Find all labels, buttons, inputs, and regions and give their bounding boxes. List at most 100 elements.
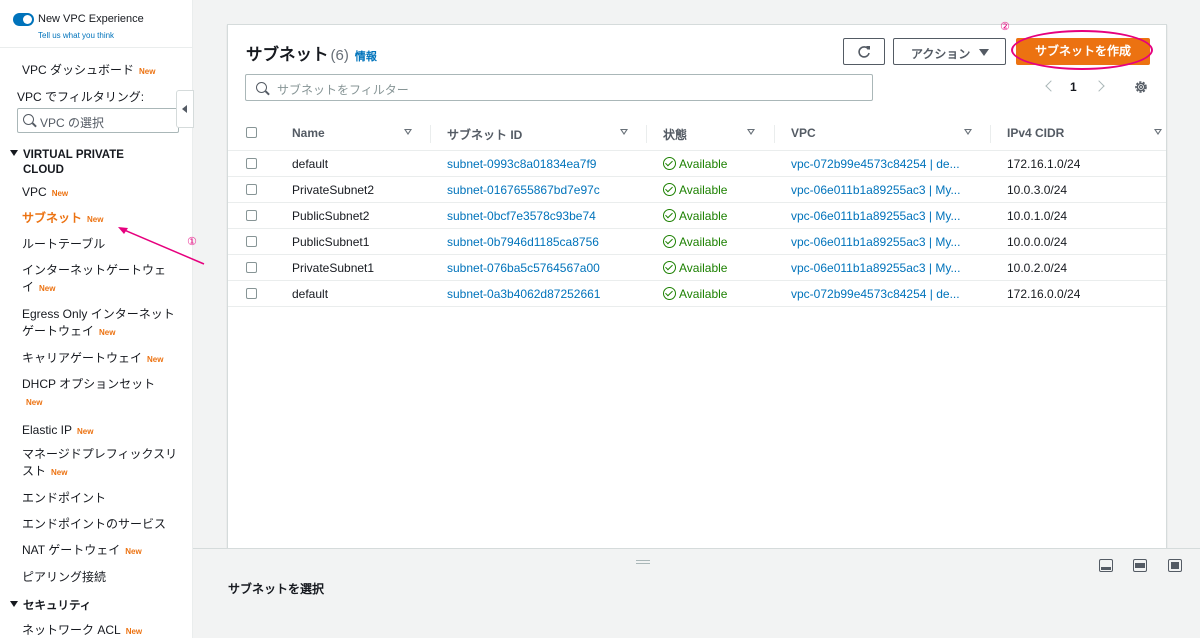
cell-vpc[interactable]: vpc-06e011b1a89255ac3 | My... — [791, 209, 971, 223]
row-checkbox[interactable] — [246, 210, 257, 221]
row-checkbox[interactable] — [246, 288, 257, 299]
table-row[interactable]: PublicSubnet2 subnet-0bcf7e3578c93be74 A… — [228, 203, 1166, 229]
cell-vpc[interactable]: vpc-072b99e4573c84254 | de... — [791, 157, 971, 171]
sidebar-item-endpoints[interactable]: エンドポイント — [22, 490, 182, 507]
gear-icon[interactable] — [1133, 79, 1149, 95]
cell-ipv4-cidr: 172.16.0.0/24 — [1007, 287, 1081, 301]
sort-icon[interactable] — [747, 129, 755, 135]
subnet-filter-input[interactable]: サブネットをフィルター — [245, 74, 873, 101]
select-all-checkbox[interactable] — [246, 127, 257, 138]
cell-subnet-id[interactable]: subnet-0993c8a01834ea7f9 — [447, 157, 596, 171]
search-icon — [256, 82, 267, 93]
vpc-experience-toggle[interactable] — [13, 13, 34, 26]
cell-status: Available — [663, 183, 727, 197]
search-icon — [23, 114, 34, 125]
column-header-status[interactable]: 状態 — [663, 126, 687, 143]
cell-name: PrivateSubnet2 — [292, 183, 375, 197]
info-link[interactable]: 情報 — [355, 51, 377, 63]
page-number[interactable]: 1 — [1070, 80, 1077, 94]
cell-ipv4-cidr: 10.0.0.0/24 — [1007, 235, 1068, 249]
cell-ipv4-cidr: 10.0.2.0/24 — [1007, 261, 1068, 275]
sidebar-item-internet-gateways[interactable]: インターネットゲートウェイ New — [22, 262, 182, 297]
sidebar-item-nat-gateways[interactable]: NAT ゲートウェイ New — [22, 542, 182, 560]
row-checkbox[interactable] — [246, 236, 257, 247]
sidebar-item-vpc-dashboard[interactable]: VPC ダッシュボード New — [22, 62, 182, 80]
sidebar-item-subnets[interactable]: サブネット New — [22, 210, 182, 228]
cell-name: default — [292, 157, 329, 171]
table-row[interactable]: PrivateSubnet1 subnet-076ba5c5764567a00 … — [228, 255, 1166, 281]
subnet-count: (6) — [330, 47, 349, 64]
vpc-select-placeholder: VPC の選択 — [40, 116, 105, 130]
check-circle-icon — [663, 261, 676, 274]
sidebar-item-vpc[interactable]: VPC New — [22, 184, 182, 202]
cell-status: Available — [663, 157, 727, 171]
actions-dropdown[interactable]: アクション — [893, 38, 1006, 65]
cell-ipv4-cidr: 10.0.1.0/24 — [1007, 209, 1068, 223]
sidebar-item-managed-prefix-lists[interactable]: マネージドプレフィックスリ スト New — [22, 446, 182, 481]
cell-subnet-id[interactable]: subnet-076ba5c5764567a00 — [447, 261, 600, 275]
sidebar-item-route-tables[interactable]: ルートテーブル — [22, 236, 182, 253]
refresh-icon — [858, 46, 870, 58]
column-header-subnet-id[interactable]: サブネット ID — [447, 126, 522, 143]
layout-bottom-icon[interactable] — [1099, 559, 1113, 572]
sidebar-collapse-button[interactable] — [176, 90, 194, 128]
vpc-experience-title: New VPC Experience — [38, 13, 144, 25]
table-row[interactable]: default subnet-0993c8a01834ea7f9 Availab… — [228, 151, 1166, 177]
cell-vpc[interactable]: vpc-06e011b1a89255ac3 | My... — [791, 261, 971, 275]
vpc-experience-banner: New VPC Experience Tell us what you thin… — [0, 0, 192, 48]
feedback-link[interactable]: Tell us what you think — [38, 31, 114, 40]
cell-vpc[interactable]: vpc-06e011b1a89255ac3 | My... — [791, 183, 971, 197]
sidebar-item-peering-connections[interactable]: ピアリング接続 — [22, 569, 182, 586]
sort-icon[interactable] — [404, 129, 412, 135]
cell-subnet-id[interactable]: subnet-0167655867bd7e97c — [447, 183, 600, 197]
actions-label: アクション — [911, 47, 971, 61]
annotation-number-1: ① — [187, 236, 197, 248]
sort-icon[interactable] — [964, 129, 972, 135]
section-virtual-private-cloud[interactable]: VIRTUAL PRIVATE CLOUD — [10, 148, 124, 178]
check-circle-icon — [663, 183, 676, 196]
cell-name: PublicSubnet2 — [292, 209, 370, 223]
layout-side-icon[interactable] — [1133, 559, 1147, 572]
row-checkbox[interactable] — [246, 158, 257, 169]
chevron-left-icon[interactable] — [1045, 80, 1057, 92]
row-checkbox[interactable] — [246, 262, 257, 273]
vpc-select[interactable]: VPC の選択 — [17, 108, 179, 133]
sidebar-item-carrier-gateways[interactable]: キャリアゲートウェイ New — [22, 350, 182, 368]
cell-vpc[interactable]: vpc-06e011b1a89255ac3 | My... — [791, 235, 971, 249]
sort-icon[interactable] — [1154, 129, 1162, 135]
sidebar-item-egress-only-gateways[interactable]: Egress Only インターネット ゲートウェイ New — [22, 306, 182, 341]
details-split-panel: サブネットを選択 — [193, 548, 1200, 638]
caret-down-icon — [10, 150, 18, 156]
check-circle-icon — [663, 235, 676, 248]
sort-icon[interactable] — [620, 129, 628, 135]
cell-name: PublicSubnet1 — [292, 235, 370, 249]
column-header-ipv4-cidr[interactable]: IPv4 CIDR — [1007, 126, 1064, 140]
layout-full-icon[interactable] — [1168, 559, 1182, 572]
column-header-vpc[interactable]: VPC — [791, 126, 816, 140]
drag-handle-icon[interactable] — [636, 560, 650, 564]
cell-subnet-id[interactable]: subnet-0bcf7e3578c93be74 — [447, 209, 596, 223]
create-subnet-button[interactable]: サブネットを作成 — [1016, 38, 1150, 65]
cell-status: Available — [663, 261, 727, 275]
cell-vpc[interactable]: vpc-072b99e4573c84254 | de... — [791, 287, 971, 301]
refresh-button[interactable] — [843, 38, 885, 65]
check-circle-icon — [663, 209, 676, 222]
cell-subnet-id[interactable]: subnet-0a3b4062d87252661 — [447, 287, 600, 301]
column-header-name[interactable]: Name — [292, 126, 325, 140]
sidebar-item-elastic-ip[interactable]: Elastic IP New — [22, 422, 182, 440]
cell-name: PrivateSubnet1 — [292, 261, 375, 275]
table-row[interactable]: PublicSubnet1 subnet-0b7946d1185ca8756 A… — [228, 229, 1166, 255]
row-checkbox[interactable] — [246, 184, 257, 195]
cell-status: Available — [663, 209, 727, 223]
table-row[interactable]: PrivateSubnet2 subnet-0167655867bd7e97c … — [228, 177, 1166, 203]
cell-subnet-id[interactable]: subnet-0b7946d1185ca8756 — [447, 235, 599, 249]
caret-down-icon — [979, 49, 989, 56]
section-security[interactable]: セキュリティ — [10, 599, 91, 614]
sidebar-item-network-acls[interactable]: ネットワーク ACL New — [22, 622, 182, 638]
sidebar-item-dhcp-options[interactable]: DHCP オプションセット New — [22, 376, 182, 411]
sidebar-item-endpoint-services[interactable]: エンドポイントのサービス — [22, 516, 182, 533]
table-row[interactable]: default subnet-0a3b4062d87252661 Availab… — [228, 281, 1166, 307]
filter-placeholder: サブネットをフィルター — [277, 83, 409, 97]
chevron-right-icon[interactable] — [1093, 80, 1105, 92]
cell-name: default — [292, 287, 329, 301]
